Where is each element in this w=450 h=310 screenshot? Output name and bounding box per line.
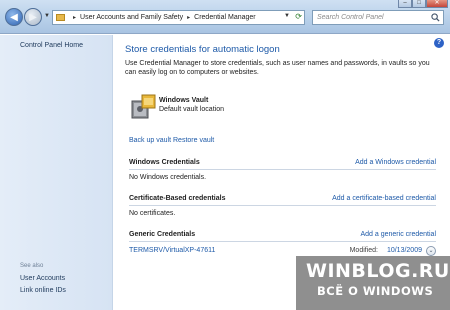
watermark: WINBLOG.RU ВСЁ О WINDOWS xyxy=(296,256,450,310)
window-controls: – □ ✕ xyxy=(398,0,448,8)
back-arrow-icon: ◀ xyxy=(10,11,18,23)
section-header: Certificate-Based credentials Add a cert… xyxy=(129,193,436,206)
window-titlebar: ◀ ▶ ▼ ▸ User Accounts and Family Safety … xyxy=(0,0,450,34)
recent-pages-dropdown-icon[interactable]: ▼ xyxy=(44,13,50,19)
address-dropdown-icon[interactable]: ▼ xyxy=(284,13,290,19)
vault-icon xyxy=(131,94,156,119)
section-title: Generic Credentials xyxy=(129,231,196,238)
breadcrumb-separator: ▸ xyxy=(187,15,191,21)
maximize-button[interactable]: □ xyxy=(412,0,426,8)
back-up-vault-link[interactable]: Back up vault xyxy=(129,137,171,144)
see-also-heading: See also xyxy=(20,263,44,269)
vault-location: Default vault location xyxy=(159,106,224,113)
minimize-button[interactable]: – xyxy=(398,0,412,8)
restore-vault-link[interactable]: Restore vault xyxy=(173,137,214,144)
sidebar-item-link-online-ids[interactable]: Link online IDs xyxy=(20,287,66,294)
expand-chevron-icon[interactable]: ⌄ xyxy=(426,246,436,256)
page-title: Store credentials for automatic logon xyxy=(125,44,280,55)
empty-message: No Windows credentials. xyxy=(129,174,207,181)
sidebar-item-control-panel-home[interactable]: Control Panel Home xyxy=(20,42,83,49)
breadcrumb-credential-manager[interactable]: Credential Manager xyxy=(194,14,255,21)
add-windows-credential-link[interactable]: Add a Windows credential xyxy=(355,159,436,166)
generic-credentials-section: Generic Credentials Add a generic creden… xyxy=(129,229,436,258)
watermark-subtitle: ВСЁ О WINDOWS xyxy=(317,284,434,298)
folder-icon xyxy=(56,14,65,21)
help-icon[interactable]: ? xyxy=(434,38,444,48)
section-title: Windows Credentials xyxy=(129,159,200,166)
breadcrumb-separator: ▸ xyxy=(73,15,77,21)
section-header: Windows Credentials Add a Windows creden… xyxy=(129,157,436,170)
add-generic-credential-link[interactable]: Add a generic credential xyxy=(361,231,437,238)
credential-name[interactable]: TERMSRV/VirtualXP-47611 xyxy=(129,247,215,254)
close-button[interactable]: ✕ xyxy=(426,0,448,8)
modified-label: Modified: xyxy=(349,247,378,254)
address-bar[interactable]: ▸ User Accounts and Family Safety ▸ Cred… xyxy=(52,10,305,25)
add-certificate-credential-link[interactable]: Add a certificate-based credential xyxy=(332,195,436,202)
vault-name: Windows Vault xyxy=(159,97,209,104)
refresh-icon[interactable]: ⟳ xyxy=(295,12,302,21)
watermark-title: WINBLOG.RU xyxy=(306,260,450,282)
forward-arrow-icon: ▶ xyxy=(29,11,37,23)
breadcrumb-user-accounts[interactable]: User Accounts and Family Safety xyxy=(80,14,183,21)
sidebar-item-user-accounts[interactable]: User Accounts xyxy=(20,275,65,282)
section-header: Generic Credentials Add a generic creden… xyxy=(129,229,436,242)
forward-button[interactable]: ▶ xyxy=(24,8,42,26)
search-icon[interactable] xyxy=(431,13,440,22)
windows-credentials-section: Windows Credentials Add a Windows creden… xyxy=(129,157,436,181)
empty-message: No certificates. xyxy=(129,210,176,217)
modified-date: 10/13/2009 xyxy=(386,247,422,254)
certificate-credentials-section: Certificate-Based credentials Add a cert… xyxy=(129,193,436,217)
page-description: Use Credential Manager to store credenti… xyxy=(125,60,430,76)
sidebar: Control Panel Home See also User Account… xyxy=(0,35,113,310)
back-button[interactable]: ◀ xyxy=(5,8,23,26)
search-placeholder: Search Control Panel xyxy=(317,14,384,21)
search-input[interactable]: Search Control Panel xyxy=(312,10,444,25)
section-title: Certificate-Based credentials xyxy=(129,195,226,202)
